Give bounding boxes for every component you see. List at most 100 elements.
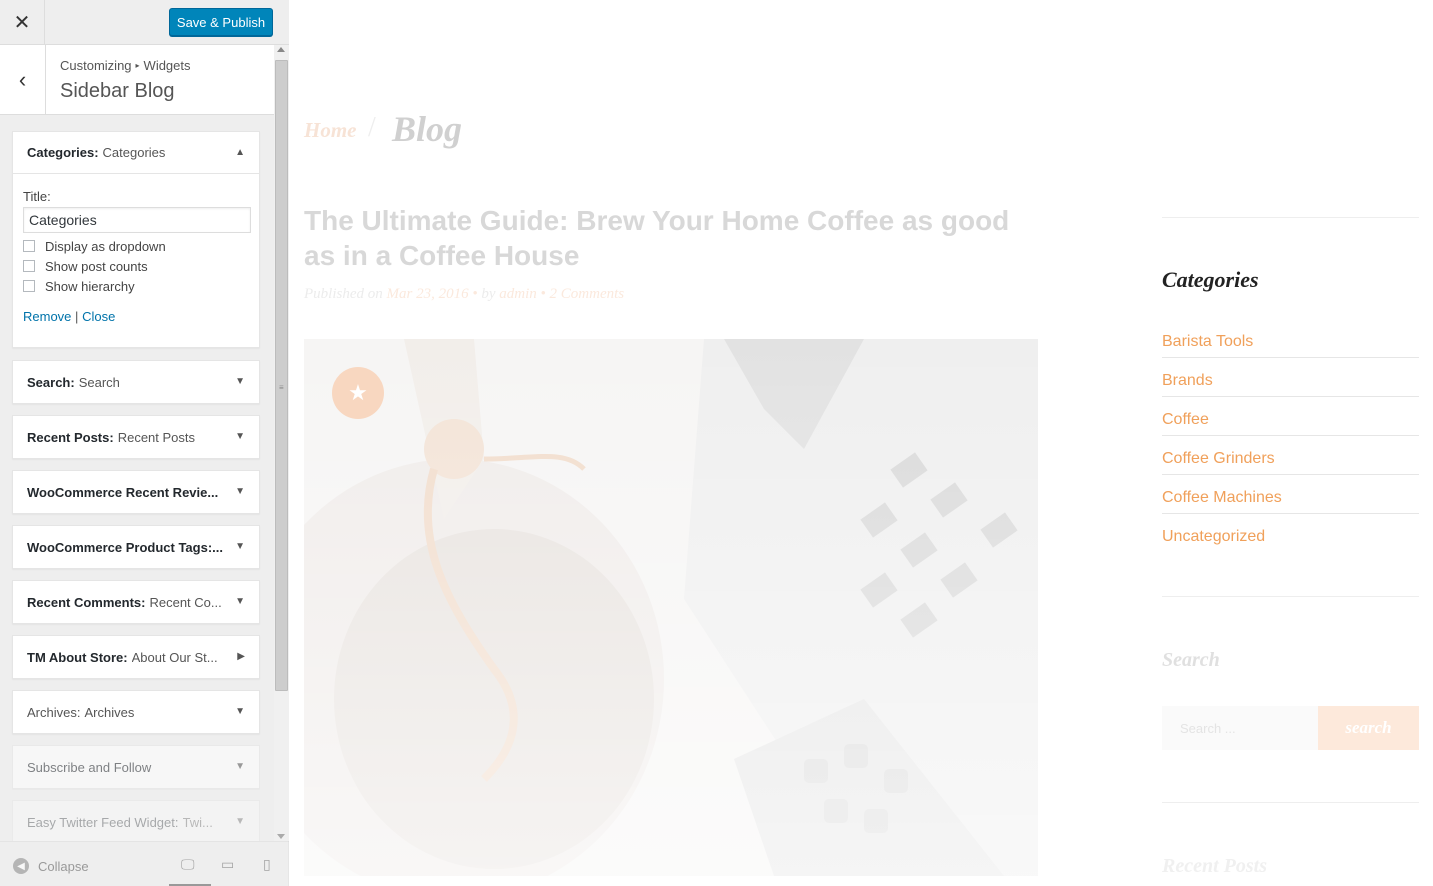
expand-arrow-icon[interactable]: ▼	[235, 376, 245, 387]
option-dropdown[interactable]: Display as dropdown	[23, 238, 249, 254]
expand-arrow-icon[interactable]: ▼	[235, 486, 245, 497]
checkbox[interactable]	[23, 240, 35, 252]
customizer-header: ✕ Save & Publish	[0, 0, 289, 45]
expand-arrow-icon[interactable]: ▼	[235, 706, 245, 717]
scroll-grip-icon: ≡	[279, 383, 284, 392]
option-hierarchy[interactable]: Show hierarchy	[23, 278, 249, 294]
close-customizer-button[interactable]: ✕	[0, 0, 45, 45]
widget-type: WooCommerce Recent Revie...	[27, 484, 219, 500]
meta-author[interactable]: admin	[499, 286, 537, 302]
divider	[1162, 596, 1419, 597]
option-post-counts[interactable]: Show post counts	[23, 258, 249, 274]
featured-image-photo	[304, 339, 1038, 876]
customizer-sidebar: ✕ Save & Publish ‹ Customizing ▸ Widgets S…	[0, 0, 289, 886]
widget-title: Search	[78, 374, 120, 390]
star-icon: ★	[332, 367, 384, 419]
widgets-panel[interactable]: ‹ Customizing ▸ Widgets Sidebar Blog Categ…	[0, 45, 274, 841]
widget-categories-form: Title: Categories Display as dropdown Sh…	[13, 174, 259, 324]
scroll-thumb[interactable]: ≡	[275, 60, 288, 691]
post-meta: Published on Mar 23, 2016 • by admin • 2…	[304, 286, 624, 303]
checkbox[interactable]	[23, 280, 35, 292]
category-link[interactable]: Coffee Grinders	[1162, 436, 1419, 475]
expand-arrow-icon[interactable]: ▶	[237, 651, 245, 662]
remove-link[interactable]: Remove	[23, 309, 71, 324]
breadcrumb-root: Customizing	[60, 58, 132, 73]
option-label: Show post counts	[45, 258, 148, 274]
scrollbar[interactable]: ≡	[274, 45, 289, 841]
meta-dot: •	[472, 286, 478, 302]
scroll-down-icon[interactable]	[277, 834, 285, 839]
close-link[interactable]: Close	[82, 309, 115, 324]
expand-arrow-icon[interactable]: ▼	[235, 431, 245, 442]
expand-arrow-icon[interactable]: ▼	[235, 816, 245, 827]
widget-type: Categories:	[27, 145, 99, 160]
post-featured-image[interactable]: ★	[304, 339, 1038, 876]
search-heading: Search	[1162, 649, 1220, 671]
desktop-icon[interactable]: 🖵	[181, 856, 195, 873]
search-button[interactable]: search	[1318, 706, 1419, 750]
breadcrumb-arrow-icon: ▸	[135, 61, 140, 70]
meta-published: Published on	[304, 286, 383, 302]
actions-separator: |	[75, 309, 79, 324]
meta-by: by	[481, 286, 496, 302]
widget-recent-posts[interactable]: Recent Posts: Recent Posts ▼	[12, 415, 260, 459]
widget-subscribe-follow[interactable]: Subscribe and Follow ▼	[12, 745, 260, 789]
widget-title: Recent Co...	[149, 594, 222, 610]
collapse-button[interactable]: ◀ Collapse	[13, 858, 89, 874]
widget-woocommerce-recent-reviews[interactable]: WooCommerce Recent Revie... ▼	[12, 470, 260, 514]
widget-tm-about-store[interactable]: TM About Store: About Our St... ▶	[12, 635, 260, 679]
scroll-up-icon[interactable]	[277, 47, 285, 52]
category-link[interactable]: Barista Tools	[1162, 319, 1419, 358]
category-link[interactable]: Coffee	[1162, 397, 1419, 436]
post-title[interactable]: The Ultimate Guide: Brew Your Home Coffe…	[304, 203, 1044, 273]
widget-woocommerce-product-tags[interactable]: WooCommerce Product Tags:... ▼	[12, 525, 260, 569]
preview-page-title: Blog	[392, 109, 463, 149]
widget-type: Recent Comments:	[27, 594, 146, 610]
widget-title: Archives	[84, 704, 135, 720]
category-link[interactable]: Coffee Machines	[1162, 475, 1419, 514]
chevron-left-icon: ‹	[18, 67, 27, 92]
back-button[interactable]: ‹	[0, 45, 46, 115]
meta-comments[interactable]: 2 Comments	[550, 286, 625, 302]
collapse-arrow-icon[interactable]: ▲	[235, 147, 245, 158]
section-header: ‹ Customizing ▸ Widgets Sidebar Blog	[0, 45, 274, 115]
expand-arrow-icon[interactable]: ▼	[235, 761, 245, 772]
close-icon: ✕	[13, 12, 31, 34]
widget-title: Twi...	[182, 814, 213, 830]
widget-title: Categories	[102, 145, 166, 160]
preview-breadcrumb-separator: /	[368, 112, 376, 143]
widget-search[interactable]: Search: Search ▼	[12, 360, 260, 404]
checkbox[interactable]	[23, 260, 35, 272]
widget-archives[interactable]: Archives: Archives ▼	[12, 690, 260, 734]
widget-type: Archives:	[27, 704, 81, 720]
expand-arrow-icon[interactable]: ▼	[235, 541, 245, 552]
preview-breadcrumb-home[interactable]: Home	[304, 118, 357, 143]
title-input[interactable]: Categories	[23, 207, 251, 233]
category-link[interactable]: Brands	[1162, 358, 1419, 397]
search-input[interactable]: Search ...	[1162, 706, 1318, 750]
tablet-icon[interactable]: ▭	[221, 856, 234, 873]
mobile-icon[interactable]: ▯	[263, 856, 271, 873]
widget-title: Recent Posts	[117, 429, 196, 445]
widget-categories: Categories: Categories ▲ Title: Categori…	[12, 131, 260, 348]
meta-date[interactable]: Mar 23, 2016	[387, 286, 469, 302]
save-publish-button[interactable]: Save & Publish	[169, 8, 273, 36]
widget-easy-twitter-feed[interactable]: Easy Twitter Feed Widget: Twi... ▼	[12, 800, 260, 841]
expand-arrow-icon[interactable]: ▼	[235, 596, 245, 607]
widget-type: Easy Twitter Feed Widget:	[27, 814, 179, 830]
option-label: Display as dropdown	[45, 238, 166, 254]
widget-type: TM About Store:	[27, 649, 128, 665]
category-link[interactable]: Uncategorized	[1162, 514, 1419, 553]
breadcrumb: Customizing ▸ Widgets	[60, 58, 191, 73]
widget-actions: Remove | Close	[23, 309, 249, 324]
collapse-icon: ◀	[13, 858, 29, 874]
breadcrumb-section: Widgets	[143, 58, 191, 73]
widget-type: Subscribe and Follow	[27, 759, 152, 775]
section-title: Sidebar Blog	[60, 80, 175, 102]
option-label: Show hierarchy	[45, 278, 135, 294]
recent-posts-heading: Recent Posts	[1162, 855, 1267, 877]
site-preview: Home / Blog The Ultimate Guide: Brew You…	[290, 0, 1433, 886]
divider	[1162, 802, 1419, 803]
widget-categories-header[interactable]: Categories: Categories ▲	[13, 132, 259, 174]
widget-recent-comments[interactable]: Recent Comments: Recent Co... ▼	[12, 580, 260, 624]
